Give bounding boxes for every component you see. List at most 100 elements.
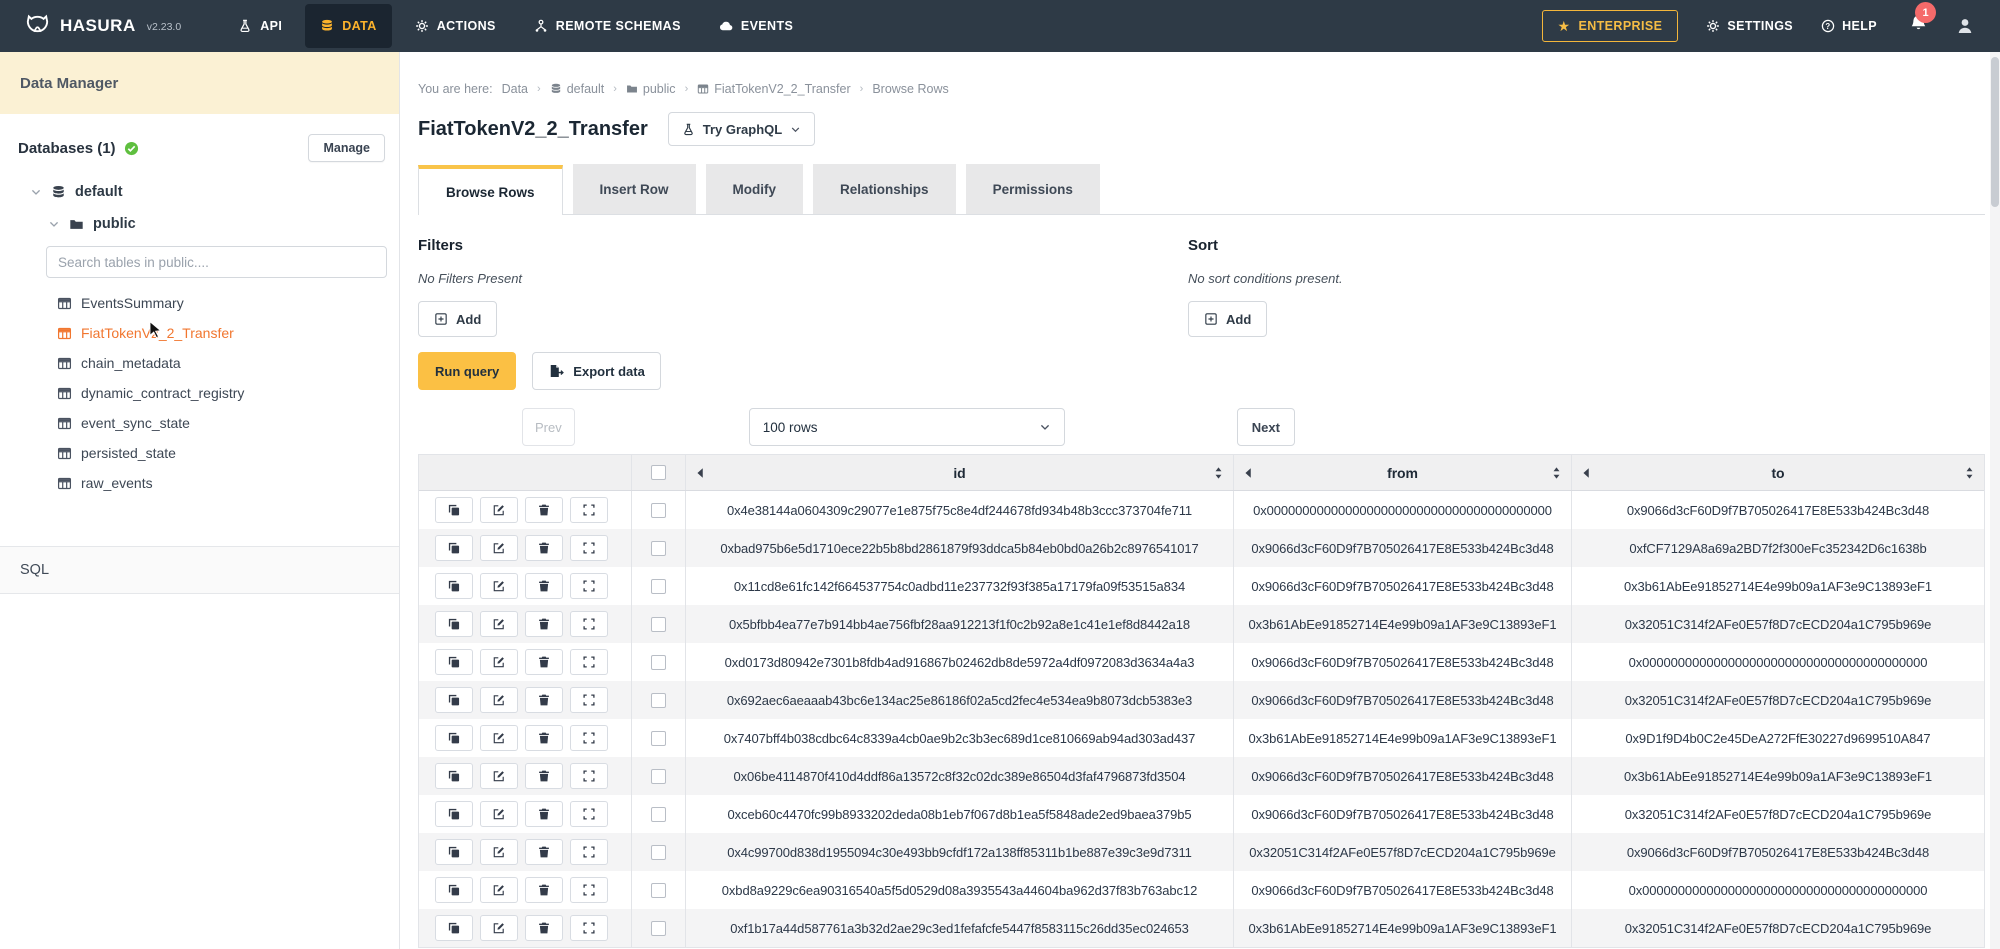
expand-row-button[interactable]	[570, 535, 608, 561]
delete-row-button[interactable]	[525, 763, 563, 789]
expand-row-button[interactable]	[570, 497, 608, 523]
tree-item-default-db[interactable]: default	[0, 176, 399, 208]
delete-row-button[interactable]	[525, 611, 563, 637]
collapse-column-icon[interactable]	[696, 467, 704, 478]
clone-row-button[interactable]	[435, 687, 473, 713]
edit-row-button[interactable]	[480, 611, 518, 637]
expand-row-button[interactable]	[570, 687, 608, 713]
row-checkbox[interactable]	[651, 541, 666, 556]
sort-icon[interactable]	[1552, 466, 1561, 479]
delete-row-button[interactable]	[525, 725, 563, 751]
sidebar-item-sql[interactable]: SQL	[0, 546, 399, 594]
hasura-logo[interactable]: HASURA v2.23.0	[24, 13, 181, 40]
tree-item-public-schema[interactable]: public	[0, 208, 399, 240]
sort-icon[interactable]	[1214, 466, 1223, 479]
sidebar-table-item-EventsSummary[interactable]: EventsSummary	[0, 288, 399, 318]
clone-row-button[interactable]	[435, 801, 473, 827]
enterprise-button[interactable]: ★ ENTERPRISE	[1542, 10, 1679, 42]
add-sort-button[interactable]: Add	[1188, 301, 1267, 337]
collapse-column-icon[interactable]	[1582, 467, 1590, 478]
edit-row-button[interactable]	[480, 649, 518, 675]
clone-row-button[interactable]	[435, 535, 473, 561]
breadcrumb-item[interactable]: Browse Rows	[872, 82, 948, 96]
settings-button[interactable]: SETTINGS	[1706, 19, 1793, 33]
delete-row-button[interactable]	[525, 535, 563, 561]
sidebar-table-item-FiatTokenV2_2_Transfer[interactable]: FiatTokenV2_2_Transfer	[0, 318, 399, 348]
expand-row-button[interactable]	[570, 611, 608, 637]
expand-row-button[interactable]	[570, 915, 608, 941]
edit-row-button[interactable]	[480, 535, 518, 561]
edit-row-button[interactable]	[480, 839, 518, 865]
edit-row-button[interactable]	[480, 915, 518, 941]
delete-row-button[interactable]	[525, 801, 563, 827]
tab-modify[interactable]: Modify	[706, 164, 804, 214]
clone-row-button[interactable]	[435, 611, 473, 637]
row-checkbox[interactable]	[651, 503, 666, 518]
nav-item-events[interactable]: EVENTS	[704, 4, 808, 48]
nav-item-data[interactable]: DATA	[305, 4, 391, 48]
chevron-down-icon[interactable]	[48, 218, 60, 230]
sidebar-table-item-dynamic_contract_registry[interactable]: dynamic_contract_registry	[0, 378, 399, 408]
row-checkbox[interactable]	[651, 731, 666, 746]
try-graphql-button[interactable]: Try GraphQL	[668, 112, 815, 146]
tab-permissions[interactable]: Permissions	[966, 164, 1100, 214]
chevron-down-icon[interactable]	[30, 186, 42, 198]
tab-relationships[interactable]: Relationships	[813, 164, 956, 214]
clone-row-button[interactable]	[435, 877, 473, 903]
expand-row-button[interactable]	[570, 763, 608, 789]
row-checkbox[interactable]	[651, 617, 666, 632]
tab-browse-rows[interactable]: Browse Rows	[418, 165, 563, 215]
clone-row-button[interactable]	[435, 915, 473, 941]
row-checkbox[interactable]	[651, 883, 666, 898]
edit-row-button[interactable]	[480, 763, 518, 789]
sidebar-table-item-chain_metadata[interactable]: chain_metadata	[0, 348, 399, 378]
delete-row-button[interactable]	[525, 687, 563, 713]
clone-row-button[interactable]	[435, 725, 473, 751]
nav-item-actions[interactable]: ACTIONS	[400, 4, 511, 48]
clone-row-button[interactable]	[435, 649, 473, 675]
edit-row-button[interactable]	[480, 801, 518, 827]
edit-row-button[interactable]	[480, 497, 518, 523]
breadcrumb-item[interactable]: Data	[502, 82, 528, 96]
export-data-button[interactable]: Export data	[532, 352, 661, 390]
nav-item-api[interactable]: API	[223, 4, 297, 48]
row-checkbox[interactable]	[651, 845, 666, 860]
sidebar-table-item-raw_events[interactable]: raw_events	[0, 468, 399, 498]
expand-row-button[interactable]	[570, 839, 608, 865]
prev-page-button[interactable]: Prev	[522, 408, 575, 446]
row-checkbox[interactable]	[651, 655, 666, 670]
run-query-button[interactable]: Run query	[418, 352, 516, 390]
delete-row-button[interactable]	[525, 915, 563, 941]
edit-row-button[interactable]	[480, 877, 518, 903]
breadcrumb-item[interactable]: FiatTokenV2_2_Transfer	[697, 82, 850, 96]
expand-row-button[interactable]	[570, 801, 608, 827]
row-checkbox[interactable]	[651, 769, 666, 784]
delete-row-button[interactable]	[525, 839, 563, 865]
nav-item-remote-schemas[interactable]: REMOTE SCHEMAS	[519, 4, 696, 48]
delete-row-button[interactable]	[525, 573, 563, 599]
select-all-checkbox[interactable]	[651, 465, 666, 480]
expand-row-button[interactable]	[570, 725, 608, 751]
edit-row-button[interactable]	[480, 573, 518, 599]
collapse-column-icon[interactable]	[1244, 467, 1252, 478]
row-checkbox[interactable]	[651, 579, 666, 594]
breadcrumb-item[interactable]: public	[626, 82, 676, 96]
next-page-button[interactable]: Next	[1237, 408, 1295, 446]
expand-row-button[interactable]	[570, 877, 608, 903]
row-checkbox[interactable]	[651, 807, 666, 822]
expand-row-button[interactable]	[570, 649, 608, 675]
user-icon[interactable]	[1956, 17, 1974, 35]
help-button[interactable]: ? HELP	[1821, 19, 1877, 33]
add-filter-button[interactable]: Add	[418, 301, 497, 337]
edit-row-button[interactable]	[480, 725, 518, 751]
expand-row-button[interactable]	[570, 573, 608, 599]
breadcrumb-item[interactable]: default	[550, 82, 605, 96]
row-checkbox[interactable]	[651, 693, 666, 708]
rows-per-page-select[interactable]: 100 rows	[749, 408, 1065, 446]
clone-row-button[interactable]	[435, 839, 473, 865]
search-input[interactable]	[46, 246, 387, 278]
sort-icon[interactable]	[1965, 466, 1974, 479]
sidebar-table-item-event_sync_state[interactable]: event_sync_state	[0, 408, 399, 438]
row-checkbox[interactable]	[651, 921, 666, 936]
sidebar-table-item-persisted_state[interactable]: persisted_state	[0, 438, 399, 468]
